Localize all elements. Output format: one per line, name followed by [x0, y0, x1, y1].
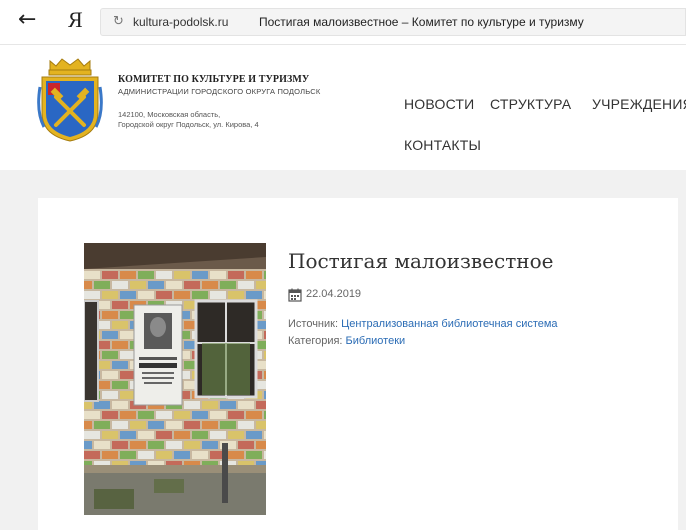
memorial-plaque-photo[interactable] — [84, 243, 266, 515]
site-header: КОМИТЕТ ПО КУЛЬТУРЕ И ТУРИЗМУ АДМИНИСТРА… — [0, 45, 686, 170]
nav-contacts[interactable]: КОНТАКТЫ — [404, 137, 481, 153]
nav-structure[interactable]: СТРУКТУРА — [490, 96, 571, 112]
source-label: Источник: — [288, 318, 342, 330]
calendar-icon — [288, 288, 302, 302]
article-title[interactable]: Постигая малоизвестное — [288, 249, 554, 273]
source-link[interactable]: Централизованная библиотечная система — [341, 318, 557, 330]
org-subtitle: АДМИНИСТРАЦИИ ГОРОДСКОГО ОКРУГА ПОДОЛЬСК — [118, 87, 321, 96]
nav-institutions[interactable]: УЧРЕЖДЕНИЯ — [592, 96, 686, 112]
org-name[interactable]: КОМИТЕТ ПО КУЛЬТУРЕ И ТУРИЗМУ — [118, 74, 309, 85]
address-line-1: 142100, Московская область, — [118, 110, 221, 119]
url-domain: kultura-podolsk.ru — [133, 15, 229, 29]
category-link[interactable]: Библиотеки — [346, 335, 406, 347]
page-title-in-address: Постигая малоизвестное – Комитет по куль… — [259, 15, 584, 29]
reload-icon[interactable]: ↻ — [113, 14, 124, 29]
browser-toolbar: ← Я ↻ kultura-podolsk.ru Постигая малоиз… — [0, 0, 686, 45]
address-bar[interactable]: ↻ kultura-podolsk.ru Постигая малоизвест… — [100, 8, 686, 36]
coat-of-arms-icon[interactable] — [36, 57, 104, 143]
yandex-logo-icon[interactable]: Я — [68, 8, 83, 32]
meta-category: Категория: Библиотеки — [288, 335, 405, 347]
category-label: Категория: — [288, 335, 346, 347]
back-arrow-icon[interactable]: ← — [18, 8, 36, 32]
article-date: 22.04.2019 — [306, 288, 362, 300]
nav-news[interactable]: НОВОСТИ — [404, 96, 474, 112]
address-line-2: Городской округ Подольск, ул. Кирова, 4 — [118, 120, 259, 129]
meta-source: Источник: Централизованная библиотечная … — [288, 318, 558, 330]
